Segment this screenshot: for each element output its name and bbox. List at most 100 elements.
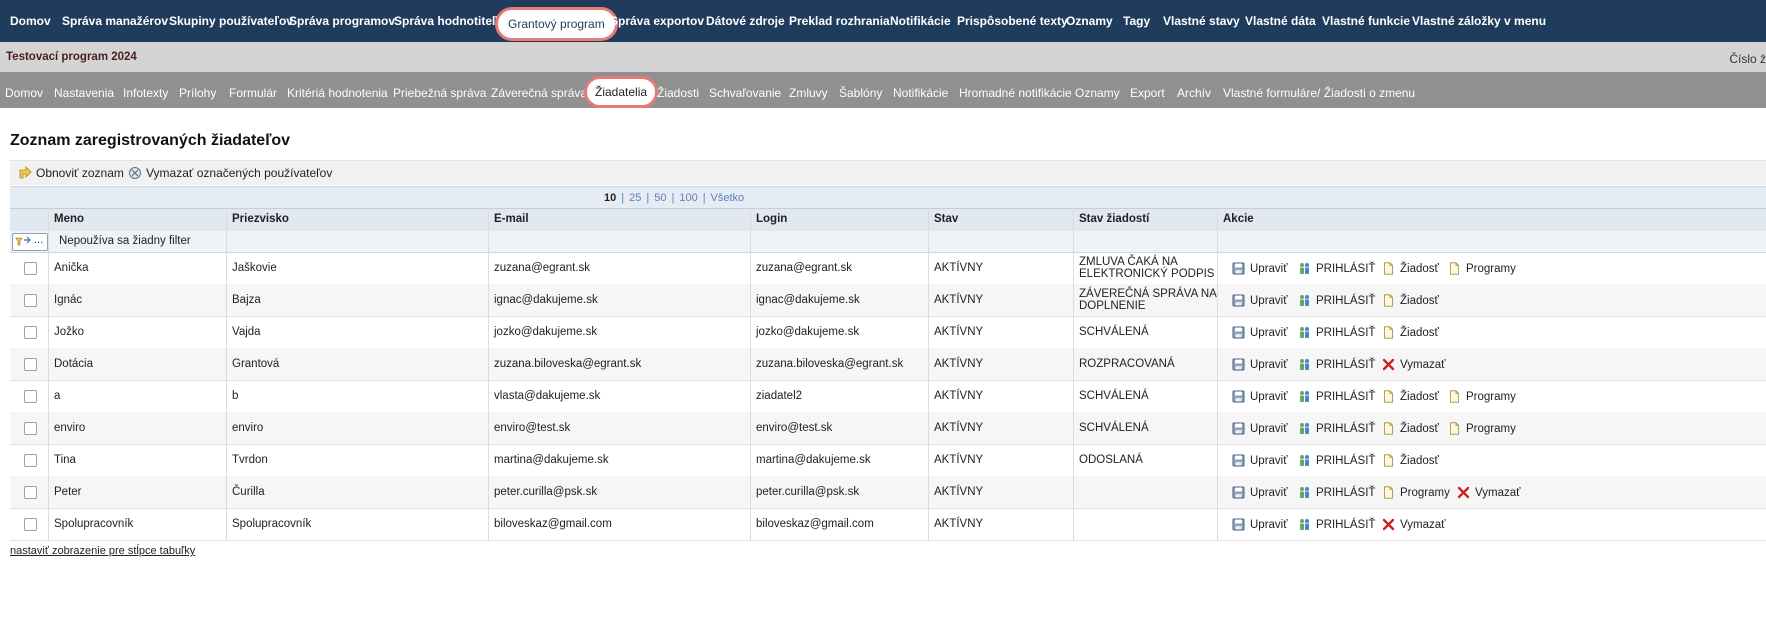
action-programy[interactable]: Programy [1448,390,1516,403]
row-checkbox[interactable] [24,294,37,307]
sub-nav-hromadne-notifikacie[interactable]: Hromadné notifikácie [959,86,1072,100]
cell-stav: AKTÍVNY [934,294,984,306]
action-prihlasit[interactable]: PRIHLÁSIŤ [1298,326,1375,339]
page-size-25[interactable]: 25 [629,192,641,204]
sub-nav-zmluvy[interactable]: Zmluvy [789,86,828,100]
top-nav-domov[interactable]: Domov [10,14,51,28]
top-nav-sprava-manazerov[interactable]: Správa manažérov [62,14,168,28]
top-nav-sprava-programov[interactable]: Správa programov [289,14,395,28]
action-label: Žiadosť [1400,295,1439,307]
action-programy[interactable]: Programy [1448,262,1516,275]
sub-nav-notifikacie[interactable]: Notifikácie [893,86,948,100]
action-upravit[interactable]: Upraviť [1232,358,1288,371]
sub-nav-schvalovanie[interactable]: Schvaľovanie [709,86,781,100]
sub-nav-oznamy[interactable]: Oznamy [1075,86,1120,100]
top-nav-oznamy[interactable]: Oznamy [1066,14,1113,28]
action-ziadost[interactable]: Žiadosť [1382,422,1439,435]
action-upravit[interactable]: Upraviť [1232,262,1288,275]
action-ziadost[interactable]: Žiadosť [1382,454,1439,467]
table-row: enviro enviro enviro@test.sk enviro@test.sk… [10,412,1766,445]
sub-nav-kriteria-hodnotenia[interactable]: Kritériá hodnotenia [287,86,388,100]
action-vymazat[interactable]: Vymazať [1457,486,1520,499]
row-checkbox[interactable] [24,518,37,531]
sub-nav-nastavenia[interactable]: Nastavenia [54,86,114,100]
filter-button[interactable]: ... [12,233,48,251]
action-upravit[interactable]: Upraviť [1232,486,1288,499]
action-prihlasit[interactable]: PRIHLÁSIŤ [1298,294,1375,307]
row-checkbox[interactable] [24,326,37,339]
column-settings-link[interactable]: nastaviť zobrazenie pre stĺpce tabuľky [10,545,195,557]
action-upravit[interactable]: Upraviť [1232,326,1288,339]
action-prihlasit[interactable]: PRIHLÁSIŤ [1298,390,1375,403]
table-row: Jožko Vajda jozko@dakujeme.sk jozko@dakujem… [10,316,1766,349]
row-checkbox[interactable] [24,358,37,371]
action-prihlasit[interactable]: PRIHLÁSIŤ [1298,358,1375,371]
cell-stav: AKTÍVNY [934,326,984,338]
action-upravit[interactable]: Upraviť [1232,390,1288,403]
action-vymazat[interactable]: Vymazať [1382,518,1445,531]
top-nav-preklad-rozhrania[interactable]: Preklad rozhrania [789,14,890,28]
refresh-list-button[interactable]: Obnoviť zoznam [18,166,124,180]
action-upravit[interactable]: Upraviť [1232,518,1288,531]
action-prihlasit[interactable]: PRIHLÁSIŤ [1298,518,1375,531]
row-checkbox[interactable] [24,262,37,275]
top-nav-sprava-exportov[interactable]: Správa exportov [610,14,704,28]
page-size-50[interactable]: 50 [654,192,666,204]
action-ziadost[interactable]: Žiadosť [1382,326,1439,339]
top-nav-grantovy-program[interactable]: Grantový program [495,7,618,41]
sub-nav-export[interactable]: Export [1130,86,1165,100]
sub-nav-ziadatelia[interactable]: Žiadatelia [584,76,659,108]
delete-selected-users-button[interactable]: Vymazať označených používateľov [128,166,332,180]
page-size-100[interactable]: 100 [679,192,697,204]
cell-email: martina@dakujeme.sk [494,454,609,466]
top-nav-vlastne-stavy[interactable]: Vlastné stavy [1163,14,1240,28]
action-ziadost[interactable]: Žiadosť [1382,390,1439,403]
sub-nav-infotexty[interactable]: Infotexty [123,86,168,100]
action-ziadost[interactable]: Žiadosť [1382,262,1439,275]
column-header-stav-ziadosti[interactable]: Stav žiadostí [1079,213,1149,225]
action-prihlasit[interactable]: PRIHLÁSIŤ [1298,422,1375,435]
top-nav-vlastne-zalozky-v-menu[interactable]: Vlastné záložky v menu [1412,14,1546,28]
top-nav-datove-zdroje[interactable]: Dátové zdroje [706,14,785,28]
refresh-icon [19,166,32,179]
top-nav-skupiny-pouzivatelov[interactable]: Skupiny používateľov [169,14,293,28]
page-size-vsetko[interactable]: Všetko [711,192,745,204]
top-nav-notifikacie[interactable]: Notifikácie [890,14,951,28]
cell-priezvisko: Jaškovie [232,262,277,274]
column-header-e-mail[interactable]: E-mail [494,213,529,225]
column-header-stav[interactable]: Stav [934,213,958,225]
top-nav-vlastne-funkcie[interactable]: Vlastné funkcie [1322,14,1410,28]
action-programy[interactable]: Programy [1448,422,1516,435]
top-nav-vlastne-data[interactable]: Vlastné dáta [1245,14,1316,28]
action-upravit[interactable]: Upraviť [1232,422,1288,435]
action-vymazat[interactable]: Vymazať [1382,358,1445,371]
column-header-priezvisko[interactable]: Priezvisko [232,213,289,225]
action-upravit[interactable]: Upraviť [1232,294,1288,307]
sub-nav-sablony[interactable]: Šablóny [839,86,882,100]
action-ziadost[interactable]: Žiadosť [1382,294,1439,307]
sub-nav-ziadosti[interactable]: Žiadosti [657,86,699,100]
sub-nav-zaverecna-sprava[interactable]: Záverečná správa [491,86,587,100]
row-checkbox[interactable] [24,422,37,435]
sub-nav-domov[interactable]: Domov [5,86,43,100]
sub-nav-formular[interactable]: Formulár [229,86,277,100]
action-prihlasit[interactable]: PRIHLÁSIŤ [1298,486,1375,499]
sub-nav-prilohy[interactable]: Prílohy [179,86,216,100]
column-header-meno[interactable]: Meno [54,213,84,225]
row-checkbox[interactable] [24,390,37,403]
sub-nav-archiv[interactable]: Archív [1177,86,1211,100]
cislo-label: Číslo ž [1729,52,1766,66]
top-nav-tagy[interactable]: Tagy [1123,14,1150,28]
column-header-login[interactable]: Login [756,213,787,225]
top-nav-prisposobene-texty[interactable]: Prispôsobené texty [957,14,1068,28]
action-programy[interactable]: Programy [1382,486,1450,499]
column-header-akcie[interactable]: Akcie [1223,213,1254,225]
top-nav-sprava-hodnotitelov[interactable]: Správa hodnotiteľov [394,14,511,28]
sub-nav-vlastne-formulare-ziadosti-o-zmenu[interactable]: Vlastné formuláre/ Žiadosti o zmenu [1223,86,1415,100]
row-checkbox[interactable] [24,454,37,467]
action-upravit[interactable]: Upraviť [1232,454,1288,467]
action-prihlasit[interactable]: PRIHLÁSIŤ [1298,262,1375,275]
row-checkbox[interactable] [24,486,37,499]
sub-nav-priebezna-sprava[interactable]: Priebežná správa [393,86,486,100]
action-prihlasit[interactable]: PRIHLÁSIŤ [1298,454,1375,467]
